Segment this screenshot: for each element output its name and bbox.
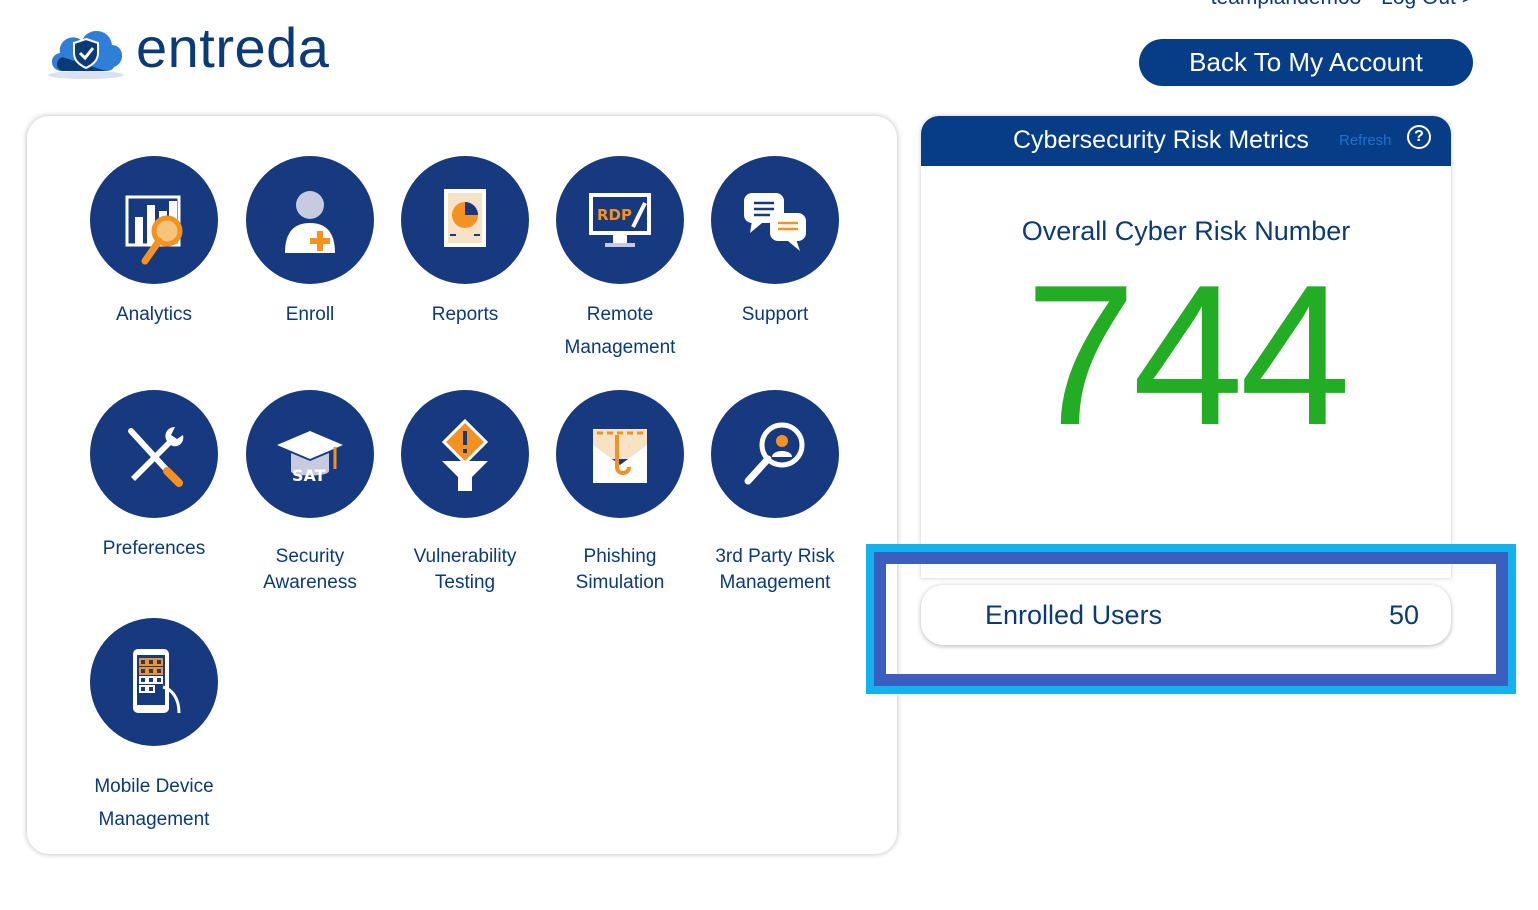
back-to-account-button[interactable]: Back To My Account [1139, 39, 1473, 86]
brand-name: entreda [136, 16, 330, 79]
security-awareness-icon: SAT [246, 390, 374, 518]
preferences-icon [90, 390, 218, 518]
enrolled-users-card[interactable]: Enrolled Users 50 [921, 585, 1451, 645]
app-mobile-device-management[interactable]: Mobile Device Management [79, 618, 229, 836]
svg-text:RDP: RDP [597, 206, 632, 224]
reports-icon [401, 156, 529, 284]
analytics-icon [90, 156, 218, 284]
app-reports[interactable]: Reports [390, 156, 540, 331]
refresh-link[interactable]: Refresh [1339, 132, 1392, 149]
app-phishing-simulation[interactable]: Phishing Simulation [545, 390, 695, 596]
app-label: Mobile Device Management [94, 776, 214, 830]
app-enroll[interactable]: Enroll [235, 156, 385, 331]
app-remote-management[interactable]: RDP Remote Management [545, 156, 695, 364]
svg-text:SAT: SAT [292, 466, 326, 485]
app-label: Support [741, 304, 809, 325]
app-security-awareness[interactable]: SAT Security Awareness [235, 390, 385, 596]
app-preferences[interactable]: Preferences [79, 390, 229, 565]
app-label: Analytics [115, 304, 193, 325]
remote-management-icon: RDP [556, 156, 684, 284]
brand-logo[interactable]: entreda [44, 14, 354, 82]
app-label: Reports [431, 304, 499, 325]
cloud-shield-icon [48, 30, 124, 79]
username-link[interactable]: teamplandemo3 [1211, 0, 1362, 9]
risk-metrics-title: Cybersecurity Risk Metrics [1013, 126, 1309, 154]
app-label: Phishing Simulation [575, 546, 665, 593]
app-label: 3rd Party Risk Management [715, 546, 835, 593]
support-icon [711, 156, 839, 284]
enrolled-users-label: Enrolled Users [985, 599, 1163, 630]
app-label: Preferences [102, 538, 206, 559]
user-links: teamplandemo3 Log Out > [1197, 0, 1474, 10]
apps-panel: Analytics Enroll Reports RDP Remote Mana… [27, 116, 897, 854]
risk-metrics-header: Cybersecurity Risk Metrics Refresh ? [921, 116, 1451, 166]
app-label: Vulnerability Testing [413, 546, 517, 593]
phishing-simulation-icon [556, 390, 684, 518]
app-analytics[interactable]: Analytics [79, 156, 229, 331]
risk-number-value: 744 [1025, 244, 1351, 467]
mobile-device-icon [90, 618, 218, 746]
app-support[interactable]: Support [700, 156, 850, 331]
enroll-icon [246, 156, 374, 284]
enrolled-users-count: 50 [1388, 599, 1419, 630]
third-party-risk-icon [711, 390, 839, 518]
risk-metrics-panel: Cybersecurity Risk Metrics Refresh ? Ove… [921, 116, 1451, 578]
logout-link[interactable]: Log Out > [1381, 0, 1474, 9]
help-icon[interactable]: ? [1407, 125, 1431, 149]
vulnerability-testing-icon [401, 390, 529, 518]
app-label: Enroll [285, 304, 335, 325]
app-vulnerability-testing[interactable]: Vulnerability Testing [390, 390, 540, 596]
app-label: Remote Management [564, 304, 676, 358]
app-third-party-risk[interactable]: 3rd Party Risk Management [700, 390, 850, 596]
app-label: Security Awareness [263, 546, 357, 593]
risk-number-label: Overall Cyber Risk Number [1021, 216, 1351, 246]
